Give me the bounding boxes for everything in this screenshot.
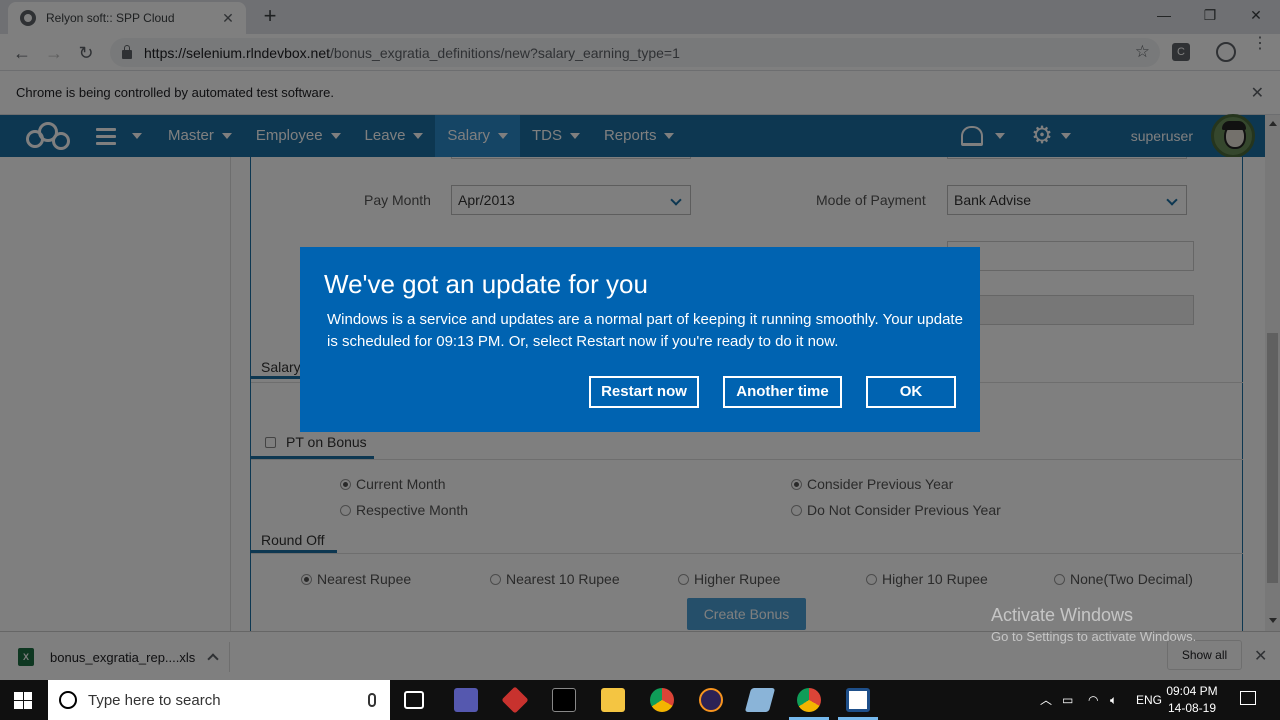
restart-now-button[interactable]: Restart now (589, 376, 699, 408)
tray-chevron-icon[interactable]: ︿ (1040, 680, 1052, 720)
app-window-icon[interactable] (846, 688, 870, 712)
chrome-automation-icon[interactable] (797, 688, 821, 712)
dialog-message: Windows is a service and updates are a n… (327, 311, 963, 350)
microphone-icon[interactable] (368, 693, 376, 707)
chrome-icon[interactable] (650, 688, 674, 712)
taskbar-search[interactable]: Type here to search (48, 680, 390, 720)
taskbar-clock[interactable]: 09:04 PM 14-08-19 (1160, 683, 1224, 717)
notepad-icon[interactable] (744, 688, 776, 712)
git-icon[interactable] (501, 686, 529, 714)
file-explorer-icon[interactable] (601, 688, 625, 712)
terminal-icon[interactable] (552, 688, 576, 712)
windows-start-icon[interactable] (14, 692, 32, 709)
language-indicator[interactable]: ENG (1136, 680, 1162, 720)
eclipse-icon[interactable] (699, 688, 723, 712)
task-view-icon[interactable] (404, 691, 424, 709)
windows-taskbar: Type here to search ︿ ▭ ◠ 🔈︎ ENG 09:04 P… (0, 680, 1280, 720)
action-center-icon[interactable] (1240, 691, 1256, 705)
search-placeholder: Type here to search (88, 691, 221, 709)
wifi-icon[interactable]: ◠ (1088, 680, 1098, 720)
cortana-icon (59, 691, 77, 709)
volume-icon[interactable]: 🔈︎ (1110, 680, 1117, 720)
ok-button[interactable]: OK (866, 376, 956, 408)
battery-icon[interactable]: ▭ (1062, 680, 1073, 720)
another-time-button[interactable]: Another time (723, 376, 842, 408)
activate-windows-watermark: Activate Windows Go to Settings to activ… (991, 605, 1197, 644)
windows-update-dialog: We've got an update for you Windows is a… (300, 247, 980, 432)
dialog-title: We've got an update for you (324, 269, 648, 299)
teams-icon[interactable] (454, 688, 478, 712)
